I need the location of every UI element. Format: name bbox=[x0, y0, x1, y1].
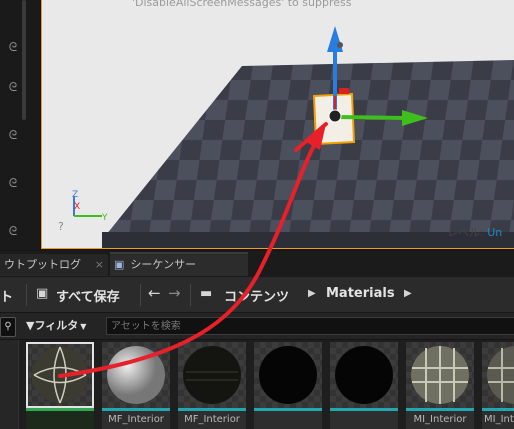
chevron-down-icon: ▼ bbox=[80, 322, 87, 331]
search-icon[interactable]: ⚲ bbox=[0, 317, 16, 337]
asset-type-bar bbox=[102, 408, 170, 411]
asset-thumbnail bbox=[406, 342, 474, 408]
level-viewport[interactable]: 'DisableAllScreenMessages' to suppress Z… bbox=[41, 0, 514, 249]
tab-sequencer[interactable]: ▣ シーケンサー bbox=[110, 252, 248, 276]
folder-icon: ▬ bbox=[200, 286, 213, 301]
filter-button[interactable]: ▼フィルタ ▼ bbox=[26, 317, 86, 335]
asset-tile[interactable] bbox=[26, 342, 94, 429]
graph-icon[interactable]: ᘓ bbox=[6, 224, 20, 238]
gutter-scrollbar[interactable] bbox=[22, 0, 26, 120]
asset-type-bar bbox=[178, 408, 246, 411]
asset-grid: MF_Interior MF_Interior MI_Interior MI_I… bbox=[0, 340, 514, 429]
asset-type-bar bbox=[482, 408, 514, 411]
close-icon[interactable]: × bbox=[95, 254, 104, 276]
filter-bar: ⚲ ▼フィルタ ▼ アセットを検索 bbox=[0, 313, 514, 339]
checker-floor bbox=[102, 60, 514, 240]
asset-thumbnail bbox=[482, 342, 514, 408]
chevron-right-icon: ▶ bbox=[308, 288, 316, 299]
level-indicator: レベル: Un bbox=[447, 224, 502, 240]
tab-output-log[interactable]: ウトプットログ × bbox=[0, 254, 108, 276]
chevron-right-icon[interactable]: ▶ bbox=[404, 288, 412, 299]
truncated-button-label[interactable]: ト bbox=[0, 286, 13, 305]
svg-text:Z: Z bbox=[72, 190, 78, 200]
level-value: Un bbox=[487, 226, 503, 239]
asset-name: MI_Interior bbox=[413, 414, 467, 425]
asset-thumbnail bbox=[26, 342, 94, 408]
asset-thumbnail bbox=[102, 342, 170, 408]
asset-name: MF_Interior bbox=[184, 414, 240, 425]
asset-tile[interactable]: MF_Interior bbox=[178, 342, 246, 429]
gizmo-z-arrow[interactable] bbox=[327, 26, 343, 52]
svg-text:X: X bbox=[74, 202, 80, 212]
graph-icon[interactable]: ᘓ bbox=[6, 80, 20, 94]
filter-label: フィルタ bbox=[34, 319, 79, 332]
asset-thumbnail bbox=[330, 342, 398, 408]
scene-render bbox=[102, 26, 514, 248]
back-button[interactable]: ← bbox=[148, 284, 161, 302]
asset-tile[interactable]: MF_Interior bbox=[102, 342, 170, 429]
content-browser-toolbar: ト ▣ すべて保存 ← → ▬ コンテンツ ▶ Materials ▶ bbox=[0, 278, 514, 313]
asset-tile[interactable] bbox=[330, 342, 398, 429]
tab-label: ウトプットログ bbox=[4, 258, 81, 271]
tab-label: シーケンサー bbox=[130, 258, 197, 271]
help-icon[interactable]: ? bbox=[58, 220, 64, 233]
gizmo-pivot[interactable] bbox=[328, 109, 342, 123]
sources-panel-strip bbox=[0, 340, 19, 429]
graph-icon[interactable]: ᘓ bbox=[6, 176, 20, 190]
asset-type-bar bbox=[406, 408, 474, 411]
screen-message: 'DisableAllScreenMessages' to suppress bbox=[132, 0, 352, 9]
asset-tile[interactable]: MI_Interior bbox=[406, 342, 474, 429]
left-gutter: ᘓ ᘓ ᘓ ᘓ ᘓ bbox=[0, 0, 41, 250]
breadcrumb-materials[interactable]: Materials bbox=[326, 286, 395, 301]
asset-type-bar bbox=[254, 408, 322, 411]
asset-search-input[interactable]: アセットを検索 bbox=[106, 317, 514, 335]
forward-button[interactable]: → bbox=[168, 284, 181, 302]
save-all-button[interactable]: すべて保存 bbox=[56, 286, 120, 305]
breadcrumb-content[interactable]: コンテンツ bbox=[224, 286, 289, 305]
asset-type-bar bbox=[330, 408, 398, 411]
asset-thumbnail bbox=[254, 342, 322, 408]
asset-type-bar bbox=[26, 408, 94, 411]
graph-icon[interactable]: ᘓ bbox=[6, 128, 20, 142]
asset-tile[interactable]: MI_Inter bbox=[482, 342, 514, 429]
panel-tab-bar: ウトプットログ × ▣ シーケンサー bbox=[0, 251, 514, 278]
asset-thumbnail bbox=[178, 342, 246, 408]
save-icon: ▣ bbox=[36, 286, 49, 301]
gizmo-x-axis[interactable] bbox=[334, 115, 405, 120]
axis-indicator: Z Y X bbox=[68, 190, 112, 228]
svg-text:Y: Y bbox=[101, 213, 108, 223]
graph-icon[interactable]: ᘓ bbox=[6, 40, 20, 54]
asset-tile[interactable] bbox=[254, 342, 322, 429]
asset-name: MF_Interior bbox=[108, 414, 164, 425]
sequencer-icon: ▣ bbox=[114, 258, 125, 271]
asset-name: MI_Inter bbox=[484, 414, 514, 425]
level-label: レベル: bbox=[447, 226, 488, 239]
